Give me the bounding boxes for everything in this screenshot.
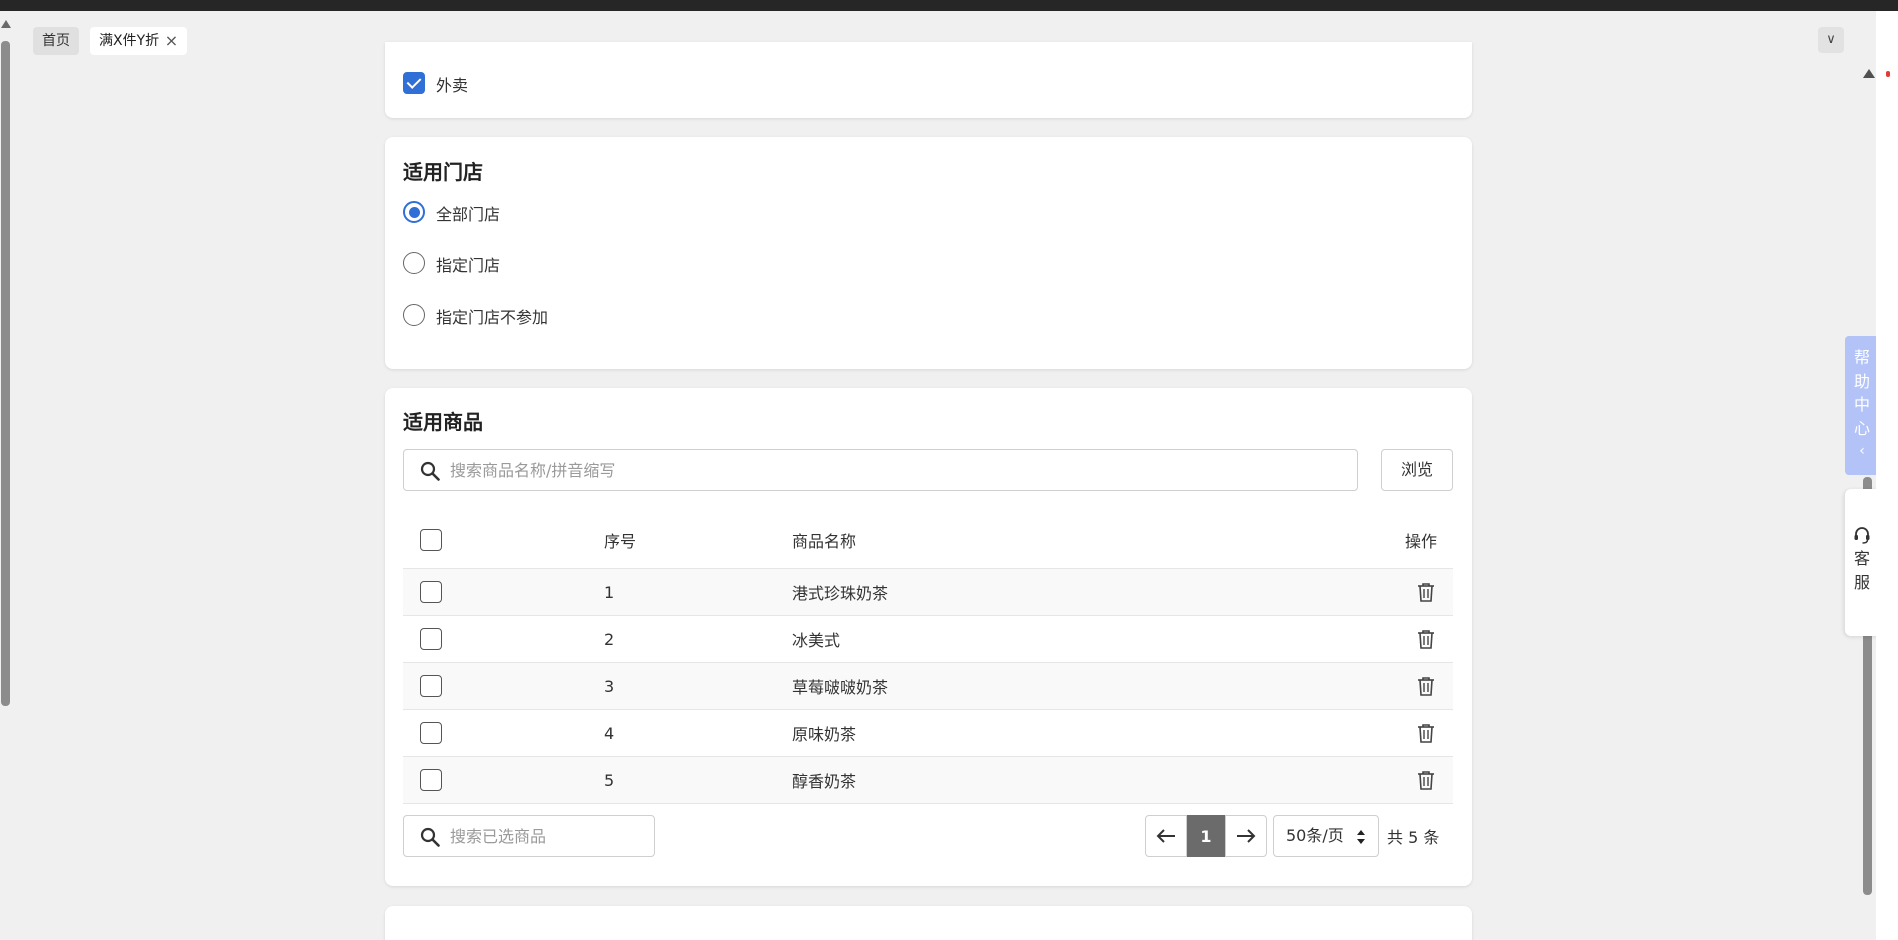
- radio-excluded-stores[interactable]: [403, 304, 425, 326]
- row-checkbox[interactable]: [420, 675, 442, 697]
- top-bar: [0, 0, 1898, 11]
- next-page-button[interactable]: [1225, 815, 1267, 857]
- search-icon: [420, 461, 440, 481]
- tab-promotion-label: 满X件Y折: [99, 33, 160, 49]
- column-action: 操作: [1404, 531, 1437, 551]
- row-product-name: 原味奶茶: [792, 725, 857, 744]
- page-size-value: 50条/页: [1286, 826, 1344, 845]
- table-row: 2 冰美式: [403, 616, 1453, 663]
- row-index: 5: [604, 770, 615, 790]
- arrow-left-icon: [1156, 829, 1175, 843]
- products-card: 适用商品 浏览 序号 商品名称 操作 1 港式珍珠奶茶 2 冰美式 3 草莓啵啵奶茶 4 原味…: [385, 388, 1472, 886]
- trash-icon[interactable]: [1415, 581, 1437, 603]
- help-char: 心: [1853, 418, 1870, 438]
- table-row: 5 醇香奶茶: [403, 757, 1453, 804]
- headset-icon: [1854, 527, 1870, 544]
- next-card: [385, 906, 1472, 940]
- row-index: 2: [604, 629, 615, 649]
- trash-icon[interactable]: [1415, 675, 1437, 697]
- notification-mark: [1886, 71, 1890, 77]
- scrollbar-thumb[interactable]: [1, 41, 10, 706]
- product-search-input[interactable]: [450, 450, 1340, 490]
- radio-all-stores[interactable]: [403, 201, 425, 223]
- page-1-button[interactable]: 1: [1187, 815, 1225, 857]
- row-product-name: 冰美式: [792, 631, 841, 650]
- table-row: 4 原味奶茶: [403, 710, 1453, 757]
- row-index: 3: [604, 676, 615, 696]
- radio-all-stores-label[interactable]: 全部门店: [436, 201, 500, 225]
- radio-specified-stores-label[interactable]: 指定门店: [436, 252, 500, 276]
- row-checkbox[interactable]: [420, 769, 442, 791]
- column-index: 序号: [604, 531, 637, 551]
- help-char: 帮: [1853, 348, 1870, 367]
- row-index: 4: [604, 723, 615, 743]
- row-product-name: 醇香奶茶: [792, 772, 857, 791]
- tab-menu-chevron-down-icon[interactable]: ∨: [1818, 27, 1844, 53]
- pagination: 1 50条/页 共 5 条: [1145, 815, 1439, 857]
- arrow-right-icon: [1237, 829, 1256, 843]
- select-all-checkbox[interactable]: [420, 528, 442, 551]
- browse-button[interactable]: 浏览: [1381, 449, 1453, 491]
- radio-specified-stores[interactable]: [403, 252, 425, 274]
- scroll-up-arrow-icon[interactable]: [1, 20, 11, 28]
- selected-search-input[interactable]: [450, 816, 645, 856]
- product-search-box: [403, 449, 1358, 491]
- tab-home-label: 首页: [42, 33, 70, 49]
- help-char: 中: [1853, 395, 1870, 414]
- selected-search-box: [403, 815, 655, 857]
- sort-caret-icon: [1357, 830, 1365, 844]
- search-icon: [420, 827, 440, 847]
- products-title: 适用商品: [403, 410, 483, 434]
- page-size-select[interactable]: 50条/页: [1273, 815, 1379, 857]
- left-scrollbar[interactable]: [0, 11, 14, 940]
- delivery-checkbox[interactable]: [403, 72, 425, 94]
- row-product-name: 港式珍珠奶茶: [792, 584, 889, 603]
- right-edge-panel: [1876, 11, 1898, 940]
- table-row: 3 草莓啵啵奶茶: [403, 663, 1453, 710]
- help-char: 助: [1853, 371, 1870, 391]
- total-count: 共 5 条: [1387, 828, 1440, 847]
- close-icon[interactable]: ×: [165, 27, 178, 55]
- row-delete-button[interactable]: [1415, 757, 1437, 803]
- product-table: 序号 商品名称 操作 1 港式珍珠奶茶 2 冰美式 3 草莓啵啵奶茶 4 原味奶茶 5 醇香奶茶: [403, 511, 1453, 804]
- stores-title: 适用门店: [403, 160, 483, 184]
- trash-icon[interactable]: [1415, 769, 1437, 791]
- tab-home[interactable]: 首页: [33, 27, 79, 55]
- row-delete-button[interactable]: [1415, 616, 1437, 662]
- chevron-left-icon: ‹: [1859, 443, 1865, 459]
- customer-service-tab[interactable]: 客 服: [1845, 489, 1879, 636]
- row-index: 1: [604, 582, 615, 602]
- scroll-up-arrow-icon[interactable]: [1863, 69, 1875, 78]
- row-delete-button[interactable]: [1415, 569, 1437, 615]
- table-body: 1 港式珍珠奶茶 2 冰美式 3 草莓啵啵奶茶 4 原味奶茶 5 醇香奶茶: [403, 569, 1453, 804]
- table-header: 序号 商品名称 操作: [403, 511, 1453, 569]
- tab-promotion[interactable]: 满X件Y折 ×: [90, 27, 188, 55]
- service-char: 客: [1853, 549, 1870, 568]
- row-checkbox[interactable]: [420, 628, 442, 650]
- service-char: 服: [1853, 573, 1870, 592]
- radio-excluded-stores-label[interactable]: 指定门店不参加: [436, 304, 548, 328]
- help-center-tab[interactable]: 帮 助 中 心 ‹: [1845, 336, 1879, 475]
- row-delete-button[interactable]: [1415, 663, 1437, 709]
- trash-icon[interactable]: [1415, 628, 1437, 650]
- column-name: 商品名称: [792, 531, 857, 551]
- row-checkbox[interactable]: [420, 722, 442, 744]
- row-delete-button[interactable]: [1415, 710, 1437, 756]
- row-checkbox[interactable]: [420, 581, 442, 603]
- channel-card: 外卖: [385, 42, 1472, 118]
- delivery-label: 外卖: [436, 76, 469, 95]
- trash-icon[interactable]: [1415, 722, 1437, 744]
- row-product-name: 草莓啵啵奶茶: [792, 678, 889, 697]
- table-row: 1 港式珍珠奶茶: [403, 569, 1453, 616]
- stores-card: 适用门店 全部门店 指定门店 指定门店不参加: [385, 137, 1472, 369]
- prev-page-button[interactable]: [1145, 815, 1187, 857]
